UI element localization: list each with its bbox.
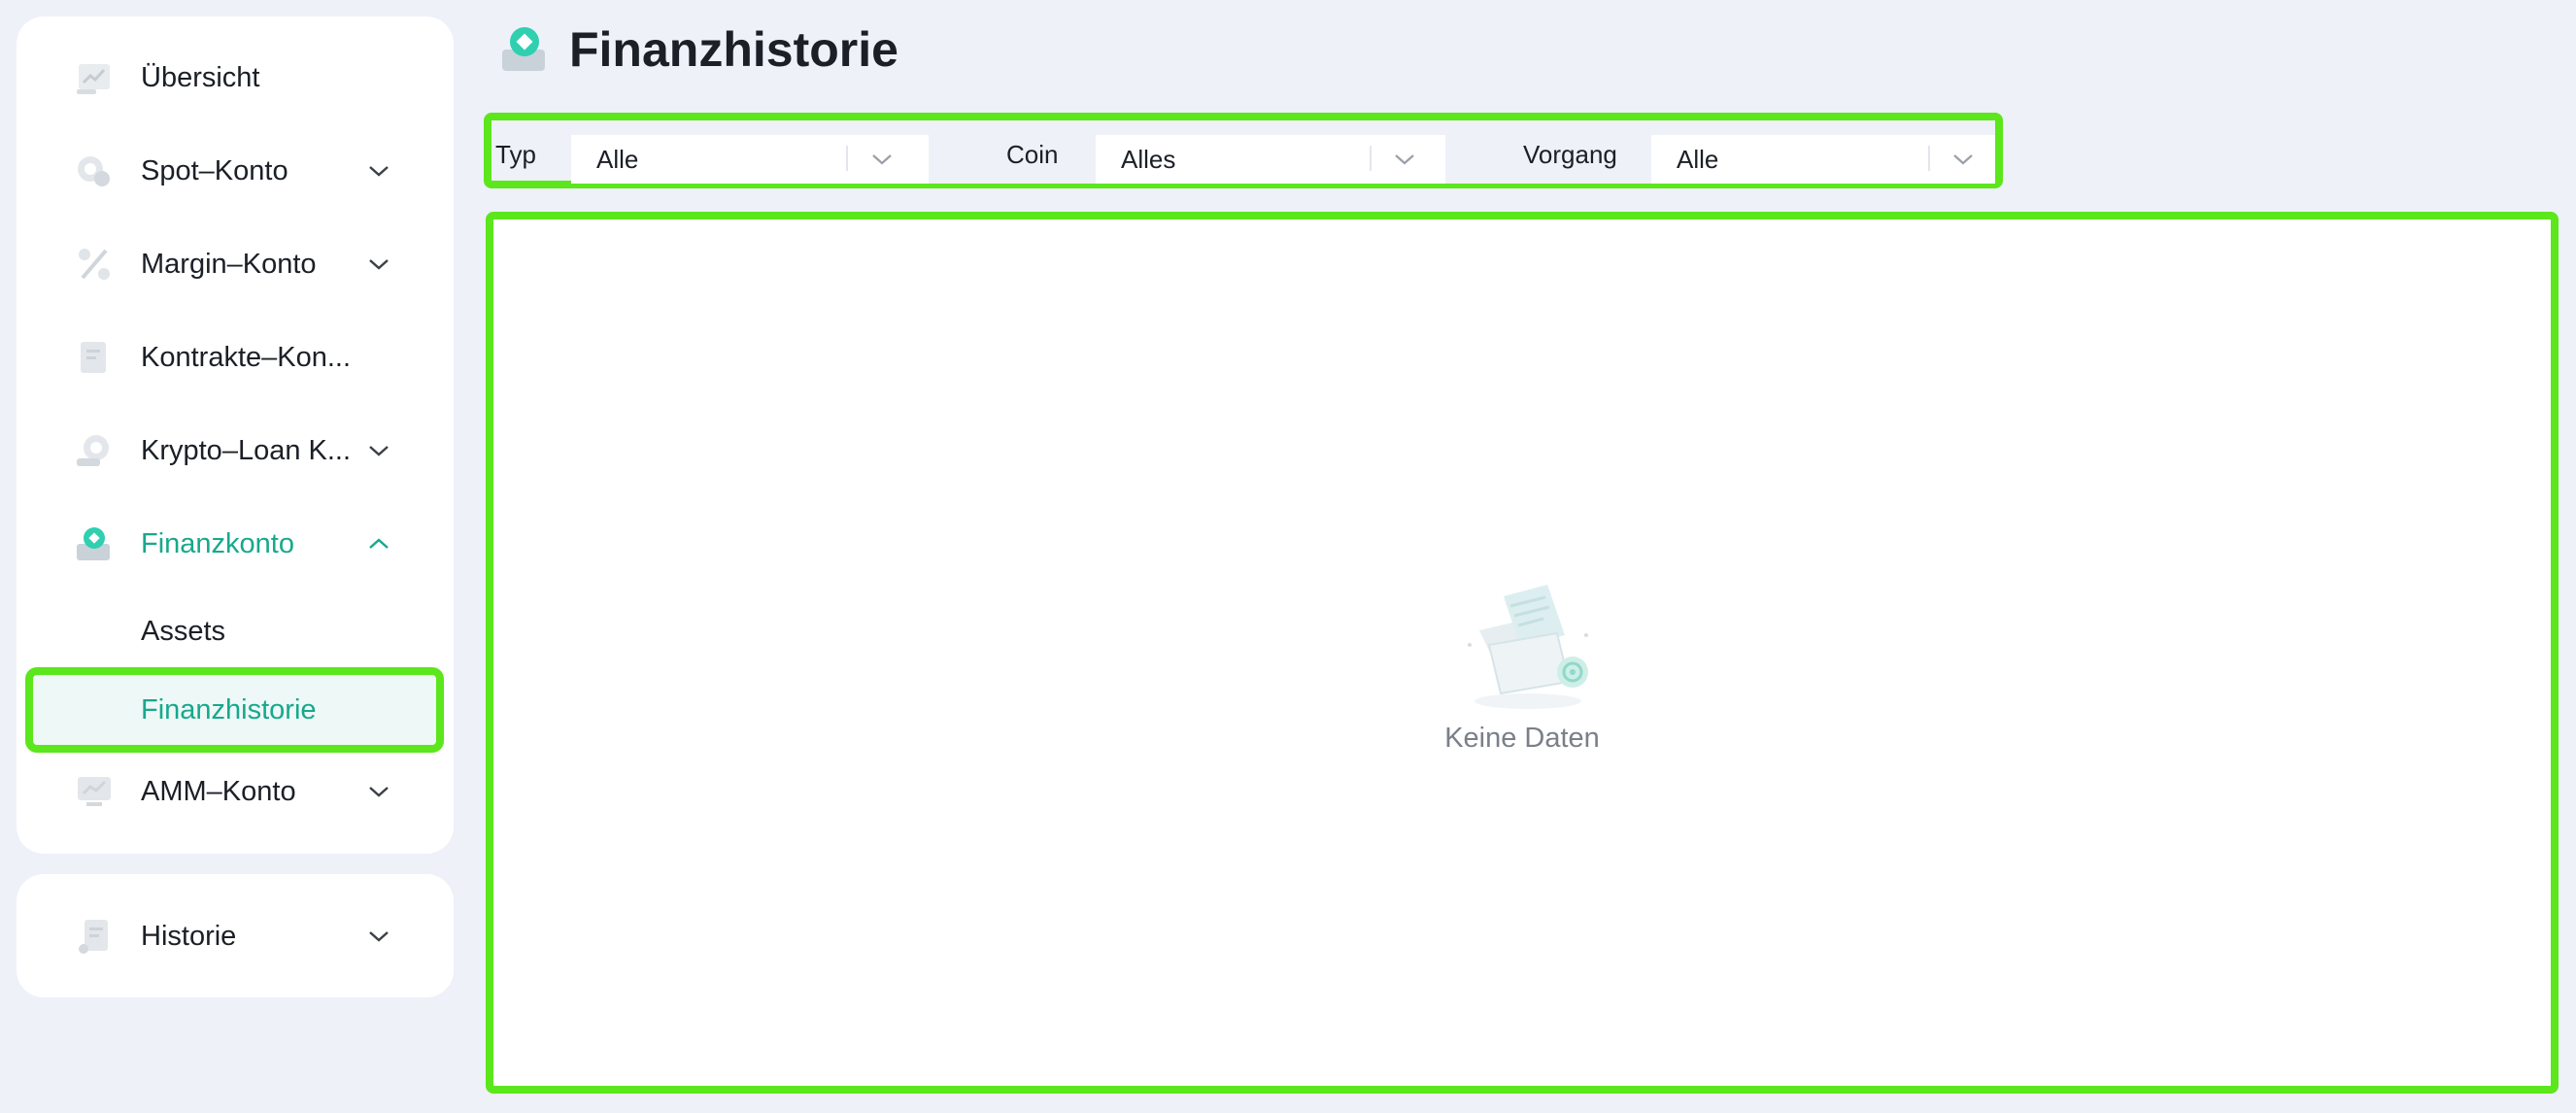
select-divider	[1928, 146, 1930, 171]
process-select[interactable]: Alle	[1651, 135, 1995, 184]
sidebar-item-label: Spot–Konto	[141, 154, 288, 186]
sidebar-item-history[interactable]: Historie	[17, 902, 454, 970]
sidebar-subitem-assets[interactable]: Assets	[17, 596, 454, 666]
sidebar-item-overview[interactable]: Übersicht	[17, 44, 454, 112]
sidebar-item-finance-account[interactable]: Finanzkonto	[17, 510, 454, 578]
process-label-box: Vorgang	[1445, 135, 1651, 184]
process-filter-label: Vorgang	[1523, 140, 1617, 169]
chevron-down-icon[interactable]	[366, 158, 391, 184]
sidebar-item-amm-account[interactable]: AMM–Konto	[17, 758, 454, 826]
empty-state-illustration	[1450, 577, 1606, 723]
receipt-icon	[75, 917, 114, 956]
chart-icon	[75, 58, 114, 97]
sidebar-subitem-label: Finanzhistorie	[141, 693, 317, 725]
process-select-value: Alle	[1677, 145, 1719, 174]
coin-select[interactable]: Alles	[1096, 135, 1445, 184]
sidebar-item-label: Übersicht	[141, 61, 260, 93]
document-icon	[75, 338, 114, 377]
chevron-down-icon[interactable]	[366, 779, 391, 804]
monitor-icon	[75, 772, 114, 811]
chevron-down-icon[interactable]	[366, 924, 391, 949]
sidebar-item-label: Margin–Konto	[141, 248, 317, 280]
finance-icon	[75, 524, 114, 563]
filter-bar: Typ Alle Coin Alles Vorgang Alle	[484, 113, 2003, 188]
chevron-down-icon	[1390, 145, 1419, 174]
percent-icon	[75, 245, 114, 284]
chevron-down-icon	[867, 145, 897, 174]
finance-history-table: Keine Daten	[486, 212, 2559, 1094]
sidebar-item-label: Historie	[141, 920, 237, 952]
chevron-down-icon[interactable]	[366, 438, 391, 463]
coin-icon	[75, 152, 114, 190]
finance-icon	[500, 24, 549, 75]
empty-state-text: Keine Daten	[1444, 723, 1600, 754]
sidebar-item-label: AMM–Konto	[141, 775, 296, 807]
loan-icon	[75, 431, 114, 470]
sidebar-item-label: Finanzkonto	[141, 527, 294, 559]
sidebar-subitem-label: Assets	[141, 615, 226, 647]
sidebar-item-margin-account[interactable]: Margin–Konto	[17, 230, 454, 298]
coin-label-box: Coin	[929, 135, 1096, 184]
sidebar-history-card: Historie	[17, 874, 454, 997]
type-filter-label: Typ	[495, 140, 536, 169]
sidebar-item-contracts-account[interactable]: Kontrakte–Kon...	[17, 323, 454, 391]
type-select[interactable]: Alle	[571, 135, 929, 184]
select-divider	[1370, 146, 1372, 171]
chevron-up-icon[interactable]	[366, 531, 391, 556]
sidebar-item-crypto-loan-account[interactable]: Krypto–Loan K...	[17, 417, 454, 485]
type-select-value: Alle	[596, 145, 639, 174]
sidebar-subitem-finance-history[interactable]: Finanzhistorie	[25, 667, 444, 753]
chevron-down-icon[interactable]	[366, 252, 391, 277]
sidebar-item-spot-account[interactable]: Spot–Konto	[17, 137, 454, 205]
chevron-down-icon	[1949, 145, 1978, 174]
sidebar-item-label: Kontrakte–Kon...	[141, 341, 352, 373]
sidebar-item-label: Krypto–Loan K...	[141, 434, 352, 466]
page-title: Finanzhistorie	[569, 22, 898, 77]
coin-select-value: Alles	[1121, 145, 1176, 174]
select-divider	[846, 146, 848, 171]
sidebar-card: Übersicht Spot–Konto Margin–Konto Kontra…	[17, 17, 454, 854]
coin-filter-label: Coin	[1006, 140, 1059, 169]
